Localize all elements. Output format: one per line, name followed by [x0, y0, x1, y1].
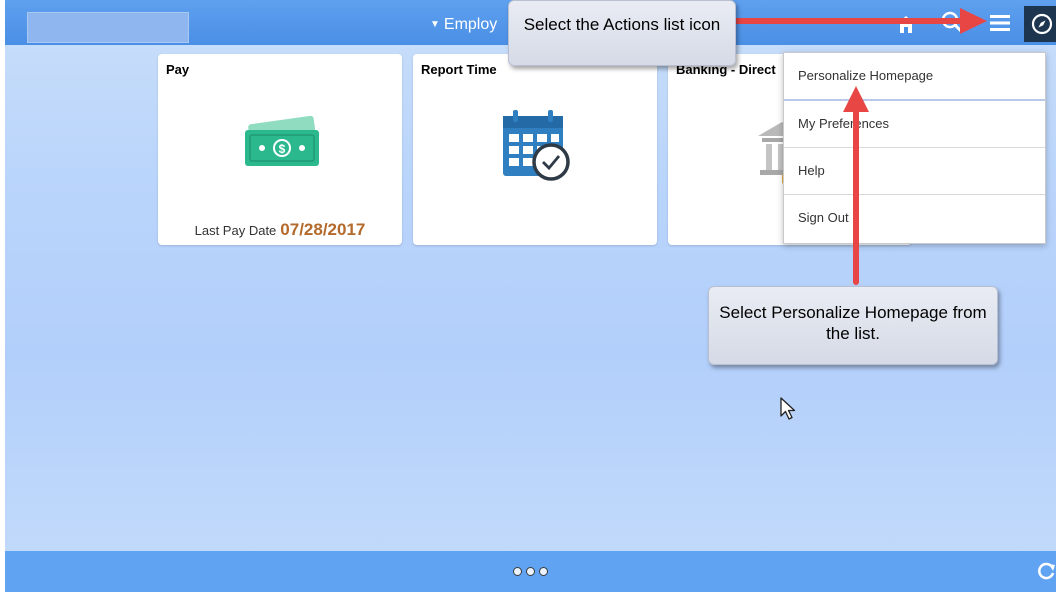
company-logo	[27, 12, 189, 43]
home-icon[interactable]	[895, 13, 917, 35]
tile-pay[interactable]: Pay $ Last Pay Date 07/28/2017	[158, 54, 402, 245]
page-indicator[interactable]	[513, 567, 548, 576]
menu-item-personalize-homepage[interactable]: Personalize Homepage	[784, 53, 1045, 101]
page-dot[interactable]	[513, 567, 522, 576]
app-frame: ▼ Employ Pay $ Last Pay Date 07/28/2017 …	[5, 0, 1056, 592]
caret-down-icon: ▼	[430, 19, 440, 30]
compass-icon[interactable]	[1024, 6, 1056, 42]
actions-list-icon[interactable]	[989, 12, 1011, 34]
tile-title: Report Time	[421, 62, 497, 77]
refresh-icon[interactable]	[1036, 561, 1056, 581]
callout-personalize-homepage: Select Personalize Homepage from the lis…	[708, 286, 998, 365]
menu-item-sign-out[interactable]: Sign Out	[784, 195, 1045, 241]
tile-title: Pay	[166, 62, 190, 77]
page-dot[interactable]	[539, 567, 548, 576]
menu-item-help[interactable]: Help	[784, 148, 1045, 195]
homepage-selector[interactable]: ▼ Employ	[430, 16, 497, 34]
calendar-clock-icon	[503, 110, 570, 181]
mouse-cursor-icon	[780, 397, 796, 420]
svg-text:$: $	[279, 142, 286, 156]
money-icon: $	[245, 115, 319, 166]
tile-report-time[interactable]: Report Time	[413, 54, 657, 245]
menu-item-my-preferences[interactable]: My Preferences	[784, 101, 1045, 148]
last-pay-date-label: Last Pay Date	[194, 223, 277, 238]
last-pay-date: Last Pay Date 07/28/2017	[158, 220, 402, 240]
footer-bar	[5, 551, 1056, 592]
page-dot[interactable]	[526, 567, 535, 576]
search-icon[interactable]	[940, 10, 964, 34]
callout-actions-list: Select the Actions list icon	[508, 0, 736, 66]
last-pay-date-value: 07/28/2017	[280, 220, 366, 239]
actions-menu: Personalize Homepage My Preferences Help…	[783, 52, 1046, 244]
homepage-label: Employ	[443, 16, 498, 33]
